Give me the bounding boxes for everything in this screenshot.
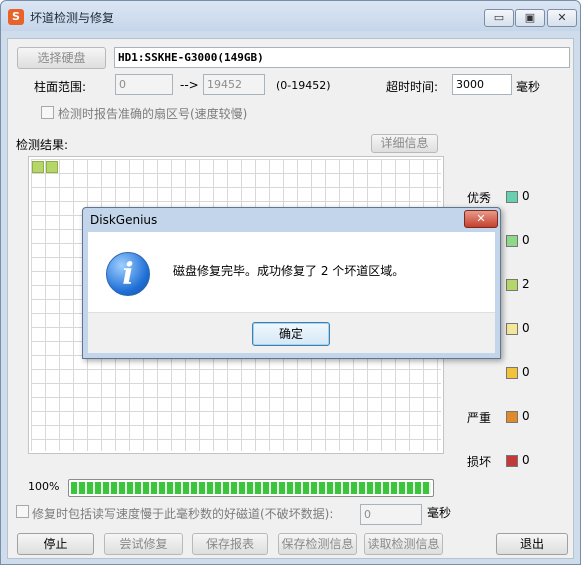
track-cell xyxy=(32,161,44,173)
report-sectors-label: 检测时报告准确的扇区号(速度较慢) xyxy=(58,107,248,121)
repair-slow-tracks-label: 修复时包括读写速度慢于此毫秒数的好磁道(不破坏数据): xyxy=(32,507,334,521)
maximize-button[interactable]: ▣ xyxy=(515,9,545,27)
disk-name-field: HD1:SSKHE-G3000(149GB) xyxy=(114,47,570,68)
track-cell xyxy=(46,161,58,173)
dialog-message: 磁盘修复完毕。成功修复了 2 个坏道区域。 xyxy=(173,264,405,278)
maximize-icon: ▣ xyxy=(524,11,536,24)
legend-swatch xyxy=(506,191,518,203)
cylinder-from-input[interactable]: 0 xyxy=(115,74,173,95)
try-repair-button[interactable]: 尝试修复 xyxy=(104,533,183,555)
legend-count: 0 xyxy=(522,365,530,379)
legend-swatch xyxy=(506,323,518,335)
window-title: 坏道检测与修复 xyxy=(30,11,115,25)
legend-label: 损坏 xyxy=(467,455,492,469)
progress-fill xyxy=(71,482,431,494)
cylinder-to-input[interactable]: 19452 xyxy=(203,74,265,95)
minimize-icon: ▭ xyxy=(493,11,505,24)
cylinder-range-label: 柱面范围: xyxy=(34,80,87,94)
details-button[interactable]: 详细信息 xyxy=(371,134,438,153)
repair-threshold-unit: 毫秒 xyxy=(427,506,452,520)
save-report-button[interactable]: 保存报表 xyxy=(192,533,268,555)
legend-count: 0 xyxy=(522,233,530,247)
timeout-input[interactable]: 3000 xyxy=(452,74,512,95)
load-result-button[interactable]: 读取检测信息 xyxy=(364,533,443,555)
diskgenius-logo-icon: S xyxy=(8,9,24,25)
legend-count: 0 xyxy=(522,321,530,335)
close-icon: ✕ xyxy=(557,11,567,24)
legend-swatch xyxy=(506,455,518,467)
dialog-close-button[interactable]: ✕ xyxy=(464,210,498,228)
legend-swatch xyxy=(506,367,518,379)
stop-button[interactable]: 停止 xyxy=(17,533,94,555)
legend-count: 0 xyxy=(522,453,530,467)
progress-bar xyxy=(68,479,434,497)
repair-threshold-input[interactable]: 0 xyxy=(360,504,422,525)
legend-swatch xyxy=(506,411,518,423)
legend-swatch xyxy=(506,279,518,291)
timeout-label: 超时时间: xyxy=(386,80,439,94)
legend-count: 0 xyxy=(522,189,530,203)
legend-label: 优秀 xyxy=(467,191,492,205)
legend-count: 2 xyxy=(522,277,530,291)
close-button[interactable]: ✕ xyxy=(547,9,577,27)
select-disk-button[interactable]: 选择硬盘 xyxy=(17,47,106,69)
range-arrow: --> xyxy=(180,78,199,92)
legend-swatch xyxy=(506,235,518,247)
progress-text: 100% xyxy=(28,480,60,493)
save-result-button[interactable]: 保存检测信息 xyxy=(278,533,357,555)
cylinder-range-hint: (0-19452) xyxy=(276,79,331,92)
repair-slow-tracks-checkbox[interactable] xyxy=(16,505,29,518)
info-icon: i xyxy=(106,252,150,296)
dialog-title: DiskGenius xyxy=(90,213,158,227)
legend-count: 0 xyxy=(522,409,530,423)
legend-label: 严重 xyxy=(467,411,492,425)
ok-button[interactable]: 确定 xyxy=(252,322,330,346)
results-label: 检测结果: xyxy=(16,138,69,152)
message-dialog: DiskGenius ✕ i 磁盘修复完毕。成功修复了 2 个坏道区域。 确定 xyxy=(82,207,501,359)
timeout-unit: 毫秒 xyxy=(516,80,541,94)
dialog-footer: 确定 xyxy=(88,312,495,353)
title-bar: S 坏道检测与修复 ▭ ▣ ✕ xyxy=(1,1,580,31)
report-sectors-checkbox[interactable] xyxy=(41,106,54,119)
exit-button[interactable]: 退出 xyxy=(496,533,568,555)
dialog-body: i 磁盘修复完毕。成功修复了 2 个坏道区域。 确定 xyxy=(88,232,495,353)
minimize-button[interactable]: ▭ xyxy=(484,9,514,27)
